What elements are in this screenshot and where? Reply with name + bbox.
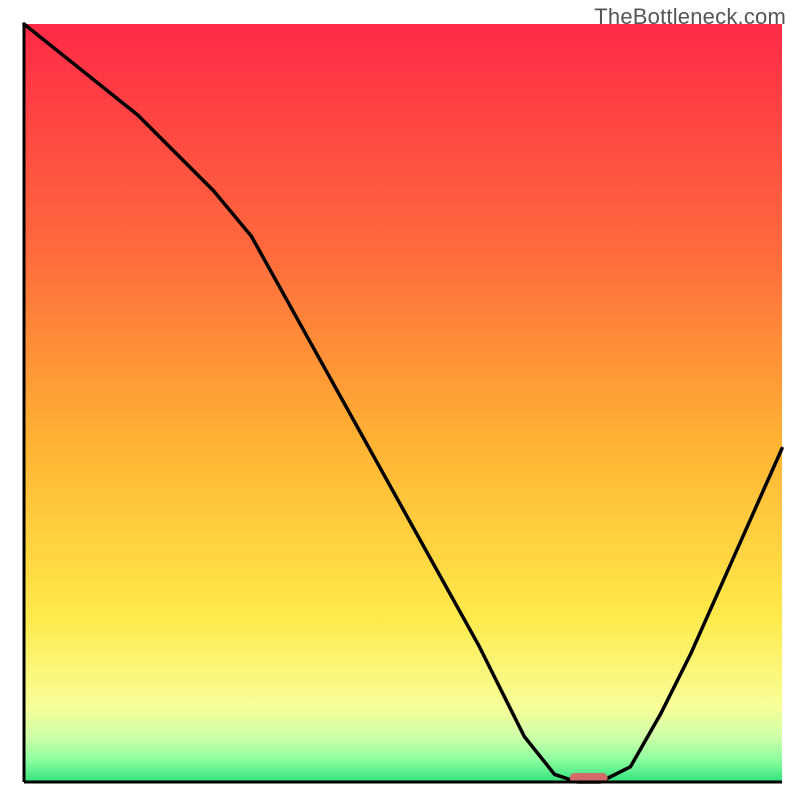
plot-background — [24, 24, 782, 782]
chart-container: TheBottleneck.com — [0, 0, 800, 800]
watermark-text: TheBottleneck.com — [594, 4, 786, 30]
bottleneck-chart — [0, 0, 800, 800]
